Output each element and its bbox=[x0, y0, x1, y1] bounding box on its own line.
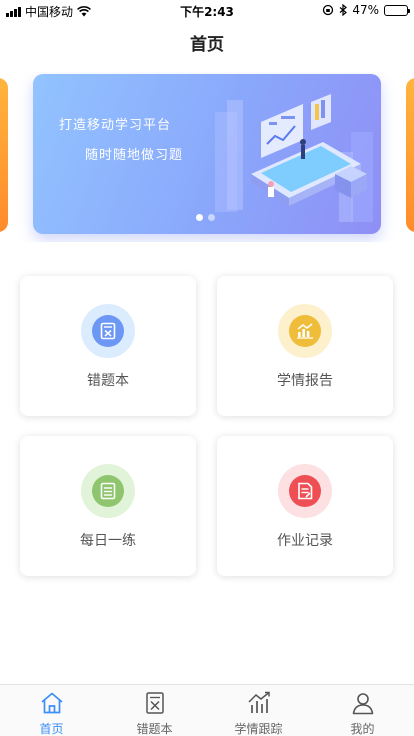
feature-label: 作业记录 bbox=[277, 533, 333, 549]
homework-record-icon bbox=[289, 475, 321, 507]
feature-card-wrong-questions[interactable]: 错题本 bbox=[20, 276, 196, 416]
tab-profile[interactable]: 我的 bbox=[311, 685, 414, 736]
daily-practice-icon bbox=[92, 475, 124, 507]
feature-icon-halo bbox=[81, 464, 135, 518]
tab-label: 我的 bbox=[350, 722, 375, 736]
carousel-dot[interactable] bbox=[196, 214, 203, 221]
tab-wrong-questions[interactable]: 错题本 bbox=[103, 685, 206, 736]
orientation-lock-icon bbox=[323, 4, 334, 16]
feature-icon-halo bbox=[81, 304, 135, 358]
tab-label: 学情跟踪 bbox=[234, 722, 283, 736]
learning-report-icon bbox=[289, 315, 321, 347]
banner-carousel[interactable]: 打造移动学习平台 随时随地做习题 bbox=[0, 72, 414, 242]
battery-percent: 47% bbox=[352, 3, 379, 17]
wrong-questions-icon bbox=[92, 315, 124, 347]
banner-illustration bbox=[215, 94, 373, 222]
status-bar: 中国移动 下午2:43 47% bbox=[0, 0, 414, 20]
feature-card-daily-practice[interactable]: 每日一练 bbox=[20, 436, 196, 576]
trend-chart-icon bbox=[248, 691, 270, 713]
profile-icon bbox=[352, 693, 374, 715]
page-title: 首页 bbox=[190, 35, 224, 55]
carousel-dot[interactable] bbox=[208, 214, 215, 221]
feature-icon-halo bbox=[278, 304, 332, 358]
feature-label: 学情报告 bbox=[277, 373, 333, 389]
home-icon bbox=[41, 692, 63, 714]
tab-home[interactable]: 首页 bbox=[0, 685, 103, 736]
battery-icon bbox=[384, 4, 410, 16]
tab-label: 错题本 bbox=[136, 722, 173, 736]
bottom-tab-bar: 首页 错题本 学情跟踪 我的 bbox=[0, 684, 414, 736]
banner-slide[interactable]: 打造移动学习平台 随时随地做习题 bbox=[33, 74, 381, 234]
feature-label: 每日一练 bbox=[80, 533, 136, 549]
bluetooth-icon bbox=[339, 4, 348, 16]
banner-headline: 打造移动学习平台 bbox=[59, 118, 172, 133]
status-right: 47% bbox=[322, 3, 410, 17]
banner-subline: 随时随地做习题 bbox=[85, 148, 184, 163]
next-slide-peek[interactable] bbox=[406, 78, 414, 232]
wrong-questions-tab-icon bbox=[146, 692, 164, 714]
feature-card-learning-report[interactable]: 学情报告 bbox=[217, 276, 393, 416]
carousel-indicator bbox=[196, 214, 215, 221]
tab-label: 首页 bbox=[39, 722, 64, 736]
feature-card-homework-record[interactable]: 作业记录 bbox=[217, 436, 393, 576]
feature-icon-halo bbox=[278, 464, 332, 518]
prev-slide-peek[interactable] bbox=[0, 78, 8, 232]
tab-learning-tracking[interactable]: 学情跟踪 bbox=[207, 685, 310, 736]
feature-label: 错题本 bbox=[87, 373, 129, 389]
